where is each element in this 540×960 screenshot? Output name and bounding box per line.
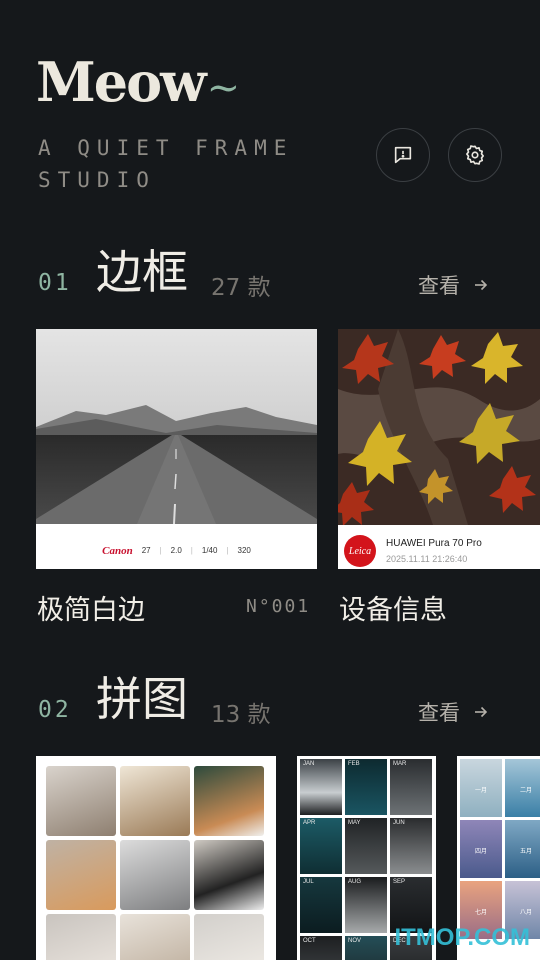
leaves-photo <box>338 329 540 526</box>
cat-photo <box>120 840 190 910</box>
cat-photo <box>46 914 116 960</box>
cat-photo <box>194 766 264 836</box>
device-datetime: 2025.11.11 21:26:40 <box>386 554 468 564</box>
sea-photo: 五月 <box>505 820 540 878</box>
exif-strip: Canon 27 | 2.0 | 1/40 | 320 <box>102 544 251 557</box>
exif-shutter: 1/40 <box>201 546 218 555</box>
month-photo: OCT <box>300 936 342 960</box>
view-all-label: 查看 <box>418 701 460 725</box>
section-number: 01 <box>38 270 72 296</box>
section-count: 27 款 <box>211 275 271 301</box>
frame-card-device-info[interactable]: Leica HUAWEI Pura 70 Pro 2025.11.11 21:2… <box>338 329 540 569</box>
month-photo: AUG <box>345 877 387 933</box>
cat-photo <box>194 914 264 960</box>
cat-photo <box>46 766 116 836</box>
settings-button[interactable] <box>448 128 502 182</box>
tagline-line-2: STUDIO <box>38 168 156 192</box>
feedback-icon <box>394 146 412 164</box>
feedback-button[interactable] <box>376 128 430 182</box>
cat-photo <box>120 914 190 960</box>
sea-photo-grid: 一月 二月 四月 五月 七月 八月 <box>460 759 540 939</box>
device-model: HUAWEI Pura 70 Pro <box>386 538 482 549</box>
month-photo: JAN <box>300 759 342 815</box>
cat-photo <box>46 840 116 910</box>
gear-icon <box>466 145 484 165</box>
month-photo: FEB <box>345 759 387 815</box>
view-all-frames[interactable]: 查看 <box>418 270 488 300</box>
month-photo: MAR <box>390 759 432 815</box>
cat-photo <box>120 766 190 836</box>
month-photo: APR <box>300 818 342 874</box>
card-number: N°001 <box>246 596 311 617</box>
sea-photo: 一月 <box>460 759 502 817</box>
card-label-minimal-white: 极简白边 <box>37 595 145 626</box>
leica-logo: Leica <box>344 535 376 567</box>
cat-photo <box>194 840 264 910</box>
month-photo: JUL <box>300 877 342 933</box>
exif-iso: 320 <box>237 546 251 555</box>
frame-card-minimal-white[interactable]: Canon 27 | 2.0 | 1/40 | 320 <box>36 329 317 569</box>
month-photo: JUN <box>390 818 432 874</box>
month-photo: NOV <box>345 936 387 960</box>
app-logo: Meow~ <box>36 50 241 114</box>
view-all-label: 查看 <box>418 274 460 298</box>
road-photo <box>36 329 317 525</box>
site-watermark: ITMOP.COM <box>394 924 530 951</box>
canon-logo: Canon <box>102 544 133 557</box>
tagline-line-1: A QUIET FRAME <box>38 136 294 160</box>
sea-photo: 四月 <box>460 820 502 878</box>
exif-focal: 27 <box>141 546 151 555</box>
arrow-right-icon <box>475 706 488 718</box>
cat-photo-grid <box>46 766 276 960</box>
section-title-frames: 边框 <box>96 245 188 299</box>
view-all-collages[interactable]: 查看 <box>418 697 488 727</box>
month-photo: MAY <box>345 818 387 874</box>
sea-photo: 二月 <box>505 759 540 817</box>
device-info-strip: Leica HUAWEI Pura 70 Pro 2025.11.11 21:2… <box>338 529 540 569</box>
tagline: A QUIET FRAME STUDIO <box>38 132 338 196</box>
exif-aperture: 2.0 <box>170 546 182 555</box>
section-count: 13 款 <box>211 702 271 728</box>
section-title-collage: 拼图 <box>96 672 188 726</box>
collage-card-cats[interactable] <box>36 756 276 960</box>
card-label-device-info: 设备信息 <box>339 595 447 626</box>
arrow-right-icon <box>475 279 488 291</box>
section-number: 02 <box>38 697 72 723</box>
